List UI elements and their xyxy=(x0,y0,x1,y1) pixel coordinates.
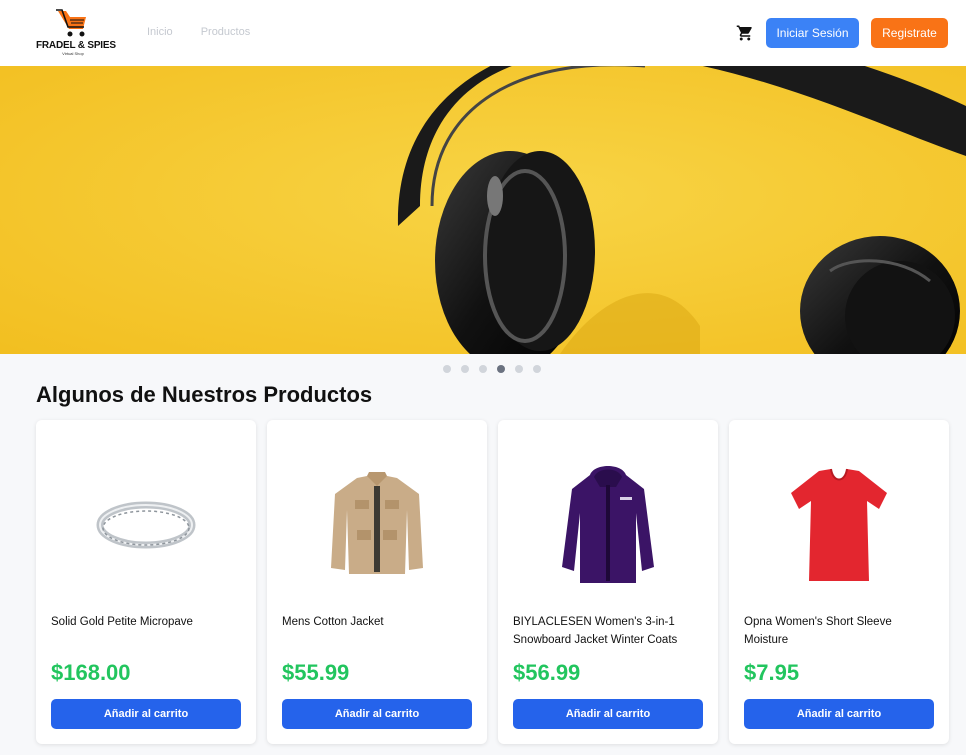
carousel-indicators xyxy=(443,365,541,373)
product-price: $168.00 xyxy=(51,660,131,685)
tshirt-image xyxy=(791,468,887,581)
logo-tagline: Virtual Shop xyxy=(62,51,84,56)
login-button[interactable]: Iniciar Sesión xyxy=(766,18,859,48)
product-name[interactable]: Solid Gold Petite Micropave xyxy=(51,613,246,631)
register-button[interactable]: Registrate xyxy=(871,18,948,48)
product-name[interactable]: Mens Cotton Jacket xyxy=(282,613,477,631)
nav-inicio[interactable]: Inicio xyxy=(147,26,173,38)
product-card: Opna Women's Short Sleeve Moisture $7.95… xyxy=(729,420,949,744)
hero-banner xyxy=(0,66,966,354)
product-price: $56.99 xyxy=(513,660,581,685)
product-card: Solid Gold Petite Micropave $168.00 Añad… xyxy=(36,420,256,744)
add-to-cart-button[interactable]: Añadir al carrito xyxy=(744,699,934,729)
product-price: $55.99 xyxy=(282,660,350,685)
carousel-dot-1[interactable] xyxy=(443,365,451,373)
carousel-dot-6[interactable] xyxy=(533,365,541,373)
product-card: BIYLACLESEN Women's 3-in-1 Snowboard Jac… xyxy=(498,420,718,744)
ring-image xyxy=(96,501,196,549)
product-image-coat[interactable] xyxy=(498,440,718,610)
product-image-jacket[interactable] xyxy=(267,440,487,610)
carousel-dot-4[interactable] xyxy=(497,365,505,373)
logo-brand-text: FRADEL & SPIES xyxy=(36,40,116,51)
section-title: Algunos de Nuestros Productos xyxy=(36,382,373,407)
carousel-dot-3[interactable] xyxy=(479,365,487,373)
add-to-cart-button[interactable]: Añadir al carrito xyxy=(282,699,472,729)
product-card: Mens Cotton Jacket $55.99 Añadir al carr… xyxy=(267,420,487,744)
product-grid: Solid Gold Petite Micropave $168.00 Añad… xyxy=(36,420,949,744)
add-to-cart-button[interactable]: Añadir al carrito xyxy=(51,699,241,729)
brand-logo[interactable]: FRADEL & SPIES Virtual Shop xyxy=(36,9,116,57)
winter-coat-image xyxy=(562,465,654,583)
product-name[interactable]: BIYLACLESEN Women's 3-in-1 Snowboard Jac… xyxy=(513,613,708,649)
main-nav: Inicio Productos xyxy=(147,26,250,38)
product-name[interactable]: Opna Women's Short Sleeve Moisture xyxy=(744,613,939,649)
carousel-dot-2[interactable] xyxy=(461,365,469,373)
headphones-image xyxy=(0,66,966,354)
product-image-tshirt[interactable] xyxy=(729,440,949,610)
product-price: $7.95 xyxy=(744,660,800,685)
product-image-ring[interactable] xyxy=(36,440,256,610)
site-header: FRADEL & SPIES Virtual Shop Inicio Produ… xyxy=(0,0,966,66)
nav-productos[interactable]: Productos xyxy=(201,26,251,38)
logo-cart-icon xyxy=(56,9,86,37)
shopping-cart-icon[interactable] xyxy=(736,24,754,42)
add-to-cart-button[interactable]: Añadir al carrito xyxy=(513,699,703,729)
jacket-image xyxy=(331,472,423,574)
carousel-dot-5[interactable] xyxy=(515,365,523,373)
